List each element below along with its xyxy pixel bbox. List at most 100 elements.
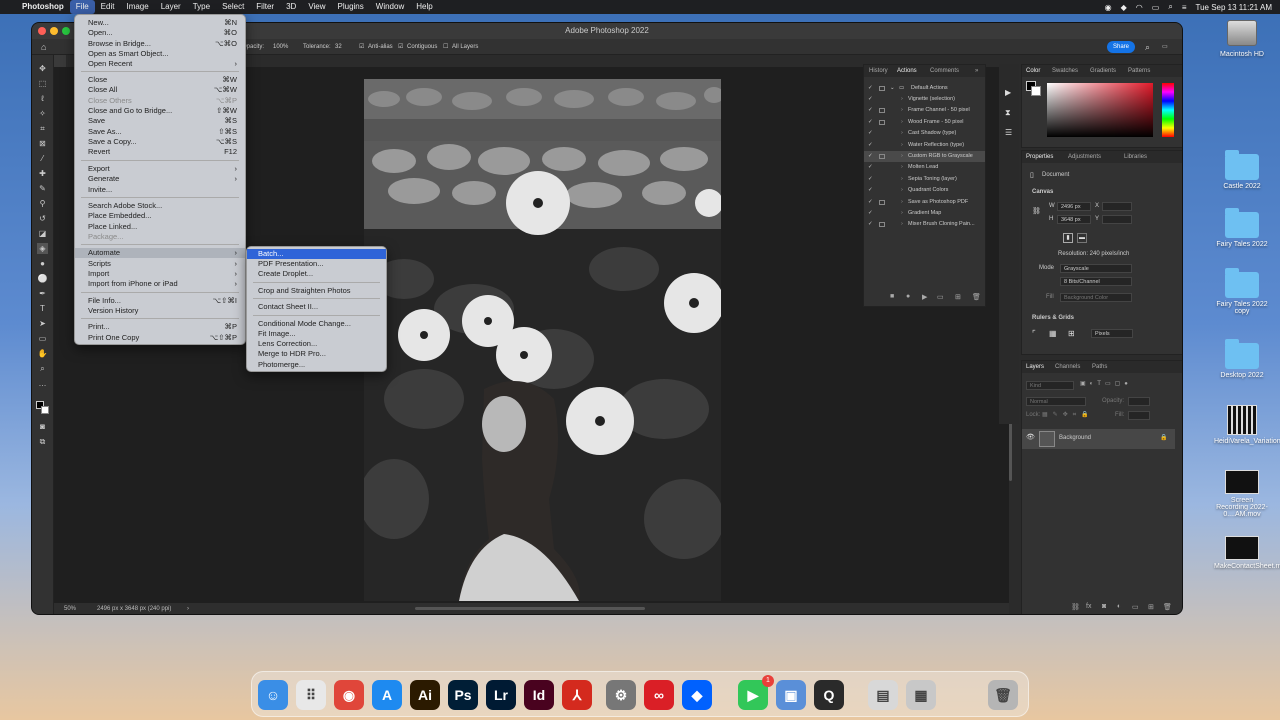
file-menu-item[interactable]: Generate › — [75, 174, 245, 184]
new-layer-icon[interactable]: ⊞ — [1148, 603, 1154, 611]
background-color-swatch[interactable] — [41, 406, 49, 414]
file-menu-item[interactable]: Search Adobe Stock... — [75, 201, 245, 211]
automate-menu-item[interactable]: Batch... — [247, 249, 386, 259]
brush-tool-icon[interactable]: ✎ — [37, 183, 48, 194]
file-menu-item[interactable]: Close All ⌥⌘W — [75, 85, 245, 95]
checkmark-icon[interactable]: ✓ — [868, 140, 873, 151]
tab-layers[interactable]: Layers — [1026, 361, 1044, 373]
path-selection-tool-icon[interactable]: ➤ — [37, 318, 48, 329]
checkmark-icon[interactable]: ✓ — [868, 162, 873, 173]
tab-gradients[interactable]: Gradients — [1090, 65, 1116, 77]
file-menu-item[interactable]: Invite... — [75, 185, 245, 195]
tab-libraries[interactable]: Libraries — [1124, 151, 1147, 163]
dialog-toggle-icon[interactable] — [879, 199, 885, 205]
checkmark-icon[interactable]: ✓ — [868, 219, 873, 230]
desktop-icon-heidivarela-jpg[interactable]: HeidiVarela_Variations_MM...YYY.jpg — [1214, 405, 1280, 445]
checkmark-icon[interactable]: ✓ — [868, 94, 873, 105]
file-menu-item[interactable]: Print... ⌘P — [75, 322, 245, 332]
pen-tool-icon[interactable]: ✒ — [37, 288, 48, 299]
layer-mask-icon[interactable]: ◙ — [1102, 603, 1106, 610]
home-icon[interactable]: ⌂ — [41, 39, 46, 55]
file-menu-item[interactable]: Version History — [75, 306, 245, 316]
search-icon[interactable]: ⌕ — [1168, 2, 1172, 12]
workspace-icon[interactable]: ▭ — [1162, 39, 1168, 55]
background-swatch[interactable] — [1031, 86, 1041, 96]
desktop-icon-makecontactsheet[interactable]: MakeContactSheet.mov — [1214, 536, 1280, 570]
contiguous-checkbox[interactable]: ☑ — [398, 39, 403, 55]
menu-select[interactable]: Select — [216, 0, 250, 14]
file-menu-item[interactable]: Revert F12 — [75, 147, 245, 157]
wifi-icon[interactable]: ◠ — [1136, 3, 1143, 12]
height-field[interactable]: 3648 px — [1057, 215, 1091, 224]
action-item[interactable]: ✓ › Custom RGB to Grayscale — [864, 151, 985, 162]
layer-name[interactable]: Background — [1059, 435, 1091, 441]
tab-swatches[interactable]: Swatches — [1052, 65, 1078, 77]
file-menu-item[interactable]: Browse in Bridge... ⌥⌘O — [75, 39, 245, 49]
dock-app-system-preferences[interactable]: ⚙ — [606, 680, 636, 710]
lasso-tool-icon[interactable]: ℓ — [37, 93, 48, 104]
trash-icon[interactable]: 🗑 — [972, 293, 981, 301]
checkmark-icon[interactable]: ✓ — [868, 128, 873, 139]
grid-icon[interactable]: ▦ — [1049, 329, 1057, 338]
type-tool-icon[interactable]: T — [37, 303, 48, 314]
menu-help[interactable]: Help — [410, 0, 438, 14]
document-tab[interactable] — [54, 55, 66, 67]
zoom-tool-icon[interactable]: ⌕ — [37, 363, 48, 374]
dock-app-documents[interactable]: ▤ — [868, 680, 898, 710]
dialog-toggle-icon[interactable] — [879, 119, 885, 125]
file-menu-item[interactable]: Open as Smart Object... — [75, 49, 245, 59]
tab-comments[interactable]: Comments — [930, 65, 959, 77]
file-menu-item[interactable]: Scripts › — [75, 259, 245, 269]
fill-dropdown[interactable]: Background Color — [1060, 293, 1132, 302]
y-field[interactable] — [1102, 215, 1132, 224]
checkmark-icon[interactable]: ✓ — [868, 197, 873, 208]
automate-menu-item[interactable]: Contact Sheet II... — [247, 302, 386, 312]
dock-app-preview[interactable]: ▣ — [776, 680, 806, 710]
automate-menu-item[interactable]: PDF Presentation... — [247, 259, 386, 269]
eyedropper-tool-icon[interactable]: ⁄ — [37, 153, 48, 164]
tab-history[interactable]: History — [869, 65, 888, 77]
dialog-toggle-icon[interactable] — [879, 86, 885, 91]
guides-icon[interactable]: ⊞ — [1068, 329, 1075, 338]
stop-icon[interactable]: ■ — [890, 293, 894, 300]
menu-layer[interactable]: Layer — [155, 0, 187, 14]
landscape-orientation-icon[interactable]: ▬ — [1077, 233, 1087, 243]
dodge-tool-icon[interactable]: ⚪ — [37, 273, 48, 284]
chevron-right-icon[interactable]: › — [901, 94, 903, 105]
marquee-tool-icon[interactable]: ⬚ — [37, 78, 48, 89]
new-set-icon[interactable]: ▭ — [937, 293, 944, 301]
action-item[interactable]: ✓ › Mixer Brush Cloning Pain... — [864, 219, 985, 230]
width-field[interactable]: 2496 px — [1057, 202, 1091, 211]
new-action-icon[interactable]: ⊞ — [955, 293, 961, 301]
rectangle-tool-icon[interactable]: ▭ — [37, 333, 48, 344]
checkmark-icon[interactable]: ✓ — [868, 83, 873, 94]
action-set-row[interactable]: ✓ ⌄ ▭ Default Actions — [864, 83, 985, 94]
dock-app-indesign[interactable]: Id — [524, 680, 554, 710]
file-menu-item[interactable]: Close Others ⌥⌘P — [75, 96, 245, 106]
dock-app-app-store[interactable]: A — [372, 680, 402, 710]
healing-tool-icon[interactable]: ✚ — [37, 168, 48, 179]
screen-mode-icon[interactable]: ⧉ — [37, 436, 48, 447]
file-menu-item[interactable]: Automate › — [75, 248, 245, 258]
dialog-toggle-icon[interactable] — [879, 154, 885, 159]
history-icon[interactable]: ⧗ — [1005, 108, 1011, 118]
checkmark-icon[interactable]: ✓ — [868, 105, 873, 116]
stamp-tool-icon[interactable]: ⚲ — [37, 198, 48, 209]
file-menu-item[interactable]: Place Linked... — [75, 222, 245, 232]
properties-icon[interactable]: ☰ — [1005, 128, 1012, 137]
menu-edit[interactable]: Edit — [95, 0, 121, 14]
automate-menu-item[interactable]: Photomerge... — [247, 360, 386, 370]
file-menu-item[interactable]: Save ⌘S — [75, 116, 245, 126]
ruler-icon[interactable]: ⌜ — [1032, 329, 1036, 338]
link-layers-icon[interactable]: ⛓ — [1071, 603, 1080, 611]
checkmark-icon[interactable]: ✓ — [868, 185, 873, 196]
action-item[interactable]: ✓ › Gradient Map — [864, 208, 985, 219]
search-icon[interactable]: ⌕ — [1145, 39, 1150, 55]
chevron-down-icon[interactable]: ⌄ — [890, 83, 895, 94]
dock-app-creative-cloud[interactable]: ∞ — [644, 680, 674, 710]
lock-icons[interactable]: ▦✎✥⌗🔒 — [1042, 411, 1094, 419]
record-icon[interactable]: ● — [906, 293, 910, 300]
action-item[interactable]: ✓ › Quadrant Colors — [864, 185, 985, 196]
fx-icon[interactable]: fx — [1086, 603, 1091, 610]
hand-tool-icon[interactable]: ✋ — [37, 348, 48, 359]
